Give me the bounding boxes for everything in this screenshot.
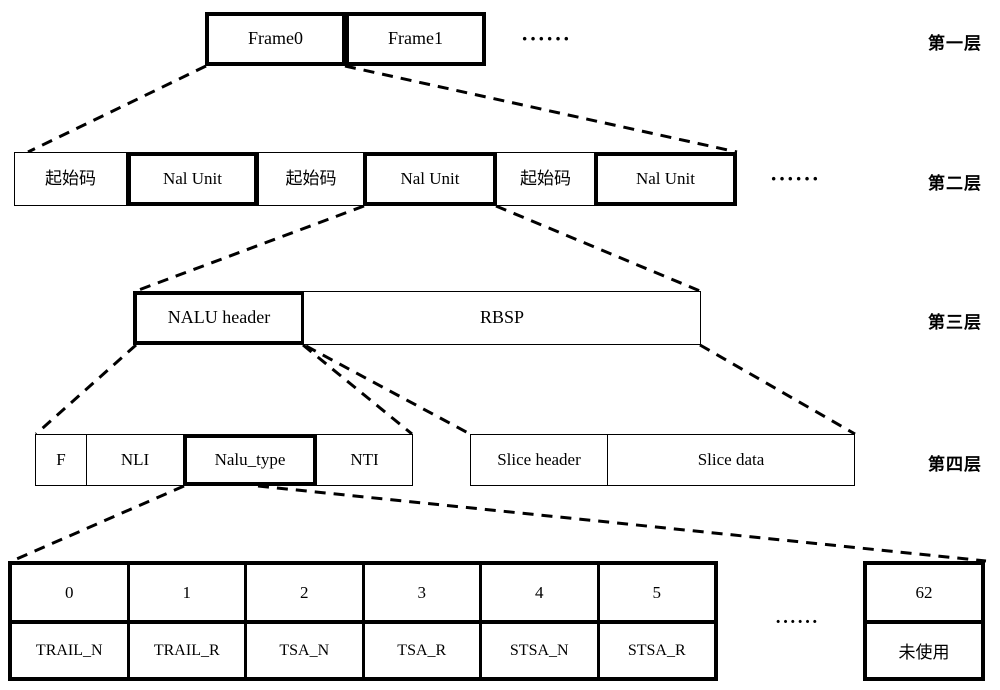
layer2-label: 第二层 <box>928 174 982 194</box>
startcode-label-3: 起始码 <box>520 168 571 189</box>
nalu-type-table: 0 1 2 3 4 5 TRAIL_N TRAIL_R TSA_N TSA_R … <box>8 561 718 681</box>
table-cell-name-text: TRAIL_N <box>35 641 103 659</box>
frame0-box[interactable]: Frame0 <box>205 12 346 66</box>
nalunit-label-3: Nal Unit <box>635 168 696 188</box>
nalunit-box-3[interactable]: Nal Unit <box>594 152 737 206</box>
connector-nalunit-left <box>135 204 365 293</box>
table-cell-id-text: 0 <box>65 582 74 602</box>
frame0-label: Frame0 <box>248 28 303 49</box>
connector-frame0-left <box>27 64 207 154</box>
startcode-label-2: 起始码 <box>285 168 337 189</box>
table-cell-id[interactable]: 1 <box>129 565 247 620</box>
table-cell-id-last-text: 62 <box>915 582 933 602</box>
nalu-header-label: NALU header <box>167 307 271 328</box>
nalu-header-box[interactable]: NALU header <box>133 291 305 345</box>
startcode-box-2[interactable]: 起始码 <box>258 152 364 206</box>
nalu-type-table-name-row: TRAIL_N TRAIL_R TSA_N TSA_R STSA_N STSA_… <box>12 624 714 677</box>
connector-naluheader-left <box>35 343 137 436</box>
table-cell-id[interactable]: 0 <box>12 565 130 620</box>
table-cell-id-text: 5 <box>652 582 662 602</box>
connector-nalutype-right <box>257 484 987 563</box>
connector-rbsp-right <box>699 343 856 436</box>
table-cell-id[interactable]: 3 <box>364 565 482 620</box>
table-cell-name-text: TSA_N <box>279 641 330 659</box>
table-cell-id[interactable]: 5 <box>599 565 714 620</box>
table-cell-name[interactable]: STSA_R <box>599 624 714 677</box>
table-cell-name[interactable]: STSA_N <box>482 624 600 677</box>
table-cell-name-text: STSA_N <box>509 641 569 659</box>
table-cell-name-text: STSA_R <box>627 641 686 659</box>
field-nti-box[interactable]: NTI <box>316 434 413 486</box>
field-f-box[interactable]: F <box>35 434 87 486</box>
slice-header-box[interactable]: Slice header <box>470 434 608 486</box>
nalunit-label-1: Nal Unit <box>162 168 223 188</box>
slice-data-box[interactable]: Slice data <box>607 434 855 486</box>
startcode-box-3[interactable]: 起始码 <box>496 152 595 206</box>
slice-data-label: Slice data <box>697 449 765 469</box>
nalu-type-table-last: 62 未使用 <box>863 561 985 681</box>
nalunit-label-2: Nal Unit <box>400 168 460 188</box>
nalunit-box-1[interactable]: Nal Unit <box>127 152 258 206</box>
layer1-ellipsis: ······ <box>521 26 572 51</box>
field-f-label: F <box>56 449 66 469</box>
table-cell-name-text: TRAIL_R <box>153 641 220 659</box>
frame1-label: Frame1 <box>388 28 443 49</box>
table-cell-id-last[interactable]: 62 <box>867 565 981 620</box>
field-nalutype-box[interactable]: Nalu_type <box>183 434 317 486</box>
table-cell-name-last[interactable]: 未使用 <box>867 624 981 677</box>
field-nalutype-label: Nalu_type <box>214 449 286 469</box>
table-cell-id-text: 2 <box>300 582 309 602</box>
nalu-type-table-id-row: 0 1 2 3 4 5 <box>12 565 714 620</box>
table-cell-name[interactable]: TSA_N <box>247 624 365 677</box>
table-cell-id-text: 1 <box>182 582 192 602</box>
table-cell-name[interactable]: TSA_R <box>364 624 482 677</box>
connector-frame0-right <box>344 64 738 154</box>
layer1-label: 第一层 <box>928 34 982 54</box>
nalunit-box-2[interactable]: Nal Unit <box>363 152 497 206</box>
layer2-ellipsis: ······ <box>770 166 821 191</box>
diagram-canvas: Frame0 Frame1 ······ 第一层 起始码 Nal Unit 起始… <box>0 0 1000 690</box>
table-cell-id[interactable]: 2 <box>247 565 365 620</box>
table-cell-id-text: 4 <box>535 582 544 602</box>
startcode-label-1: 起始码 <box>45 168 96 189</box>
field-nli-box[interactable]: NLI <box>86 434 184 486</box>
field-nti-label: NTI <box>350 449 379 469</box>
layer3-label: 第三层 <box>928 313 982 333</box>
rbsp-label: RBSP <box>479 307 525 328</box>
rbsp-box[interactable]: RBSP <box>303 291 701 345</box>
table-cell-name[interactable]: TRAIL_N <box>12 624 130 677</box>
connector-naluheader-right <box>302 343 413 436</box>
connector-nalutype-left <box>11 484 185 563</box>
table-cell-name[interactable]: TRAIL_R <box>129 624 247 677</box>
frame1-box[interactable]: Frame1 <box>345 12 486 66</box>
connector-nalunit-right <box>495 204 701 293</box>
connector-rbsp-left <box>305 344 471 436</box>
table-cell-name-text: TSA_R <box>397 641 447 659</box>
table-cell-id-text: 3 <box>417 582 427 602</box>
nalu-type-table-ellipsis: ······ <box>775 612 820 633</box>
startcode-box-1[interactable]: 起始码 <box>14 152 127 206</box>
slice-header-label: Slice header <box>497 449 581 469</box>
field-nli-label: NLI <box>120 449 150 469</box>
table-cell-id[interactable]: 4 <box>482 565 600 620</box>
table-cell-name-last-text: 未使用 <box>898 643 950 663</box>
layer4-label: 第四层 <box>928 455 982 475</box>
